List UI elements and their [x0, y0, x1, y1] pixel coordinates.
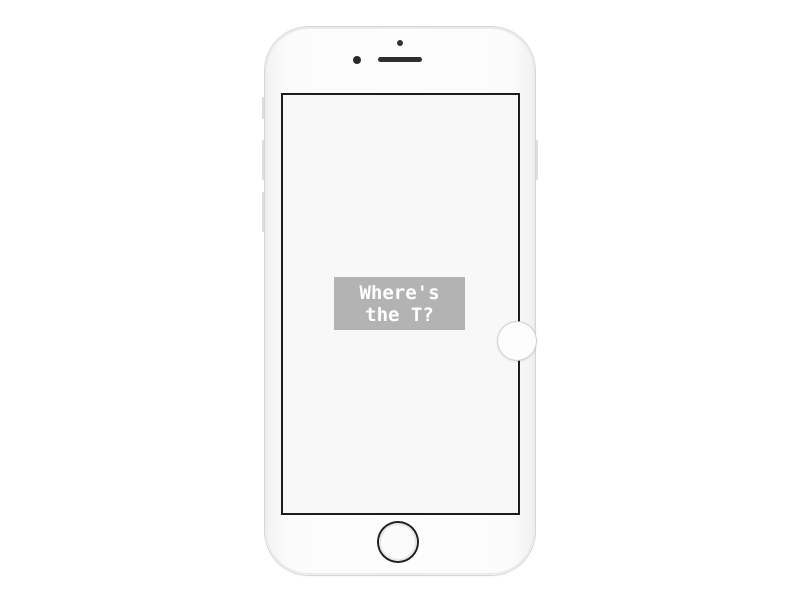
assistive-touch-icon[interactable] [498, 322, 536, 360]
power-button [535, 140, 538, 180]
home-button-icon[interactable] [379, 523, 417, 561]
earpiece-speaker-icon [378, 57, 422, 62]
center-label-text: Where's the T? [359, 281, 440, 326]
stage: Where's the T? [0, 0, 800, 600]
center-label: Where's the T? [334, 277, 465, 330]
proximity-sensor-icon [397, 40, 403, 46]
front-camera-icon [353, 56, 361, 64]
